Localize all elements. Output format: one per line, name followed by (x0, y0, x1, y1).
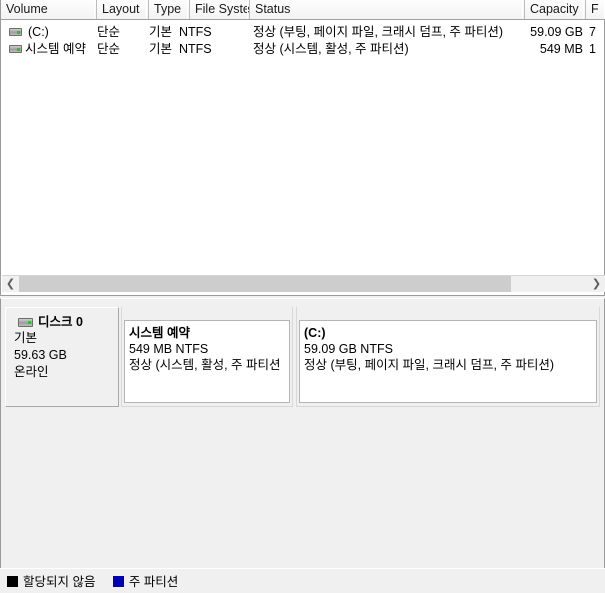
legend-items: 할당되지 않음 주 파티션 (7, 574, 192, 590)
cell-status-text: 정상 (시스템, 활성, 주 파티션) (253, 42, 409, 56)
partition-status: 정상 (시스템, 활성, 주 파티션 (129, 358, 281, 372)
cell-type-text: 기본 (149, 42, 173, 56)
cell-capacity-text: 59.09 GB (530, 25, 583, 39)
disk-row-0: 디스크 0 기본 59.63 GB 온라인 시스템 예약 549 MB NTFS… (5, 307, 600, 408)
disk-title: 디스크 0 (14, 314, 118, 330)
partition-name: (C:) (304, 326, 326, 340)
partition-size: 549 MB NTFS (129, 342, 209, 356)
cell-status-text: 정상 (부팅, 페이지 파일, 크래시 덤프, 주 파티션) (253, 25, 504, 39)
partition-c-drive[interactable]: (C:) 59.09 GB NTFS 정상 (부팅, 페이지 파일, 크래시 덤… (296, 307, 600, 407)
cell-free-space-text: 7 (589, 25, 596, 39)
legend-swatch-unallocated-icon (7, 576, 18, 587)
column-header-layout-label: Layout (102, 2, 140, 16)
column-header-layout[interactable]: Layout (97, 0, 149, 19)
column-header-status[interactable]: Status (250, 0, 525, 19)
scroll-left-arrow-glyph: ❮ (5, 278, 16, 290)
cell-status: 정상 (부팅, 페이지 파일, 크래시 덤프, 주 파티션) (253, 24, 525, 41)
table-row[interactable]: (C:) 단순 기본 NTFS 정상 (부팅, 페이지 파일, 크래시 덤프, … (1, 24, 604, 41)
partition-status: 정상 (부팅, 페이지 파일, 크래시 덤프, 주 파티션) (304, 358, 555, 372)
legend-item-primary-partition: 주 파티션 (112, 574, 179, 590)
partition-system-reserved[interactable]: 시스템 예약 549 MB NTFS 정상 (시스템, 활성, 주 파티션 (121, 307, 293, 407)
cell-volume-text: (C:) (28, 25, 49, 39)
disk-size-label: 59.63 GB (14, 348, 67, 362)
scrollbar-thumb[interactable] (19, 276, 511, 292)
legend-swatch-primary-partition-icon (112, 576, 124, 587)
legend-label-unallocated: 할당되지 않음 (23, 575, 96, 589)
volume-list-header: Volume Layout Type File System Status Ca… (1, 0, 605, 20)
column-header-capacity[interactable]: Capacity (525, 0, 586, 19)
scroll-right-arrow-icon[interactable]: ❯ (588, 276, 605, 292)
cell-file-system: NTFS (179, 41, 250, 58)
cell-capacity: 59.09 GB (505, 24, 583, 41)
legend-bar: 할당되지 않음 주 파티션 (0, 568, 605, 593)
cell-layout: 단순 (97, 24, 149, 41)
disk-icon (18, 318, 33, 327)
scroll-right-arrow-glyph: ❯ (591, 278, 602, 290)
cell-capacity: 549 MB (505, 41, 583, 58)
volume-list-body: (C:) 단순 기본 NTFS 정상 (부팅, 페이지 파일, 크래시 덤프, … (1, 20, 604, 275)
cell-volume: (C:) (28, 24, 97, 41)
cell-layout-text: 단순 (97, 25, 121, 39)
partition-size: 59.09 GB NTFS (304, 342, 393, 356)
scroll-left-arrow-icon[interactable]: ❮ (2, 276, 19, 292)
drive-icon (9, 28, 22, 36)
column-header-status-label: Status (255, 2, 291, 16)
cell-capacity-text: 549 MB (539, 42, 583, 56)
cell-layout: 단순 (97, 41, 149, 58)
cell-free-space: 1 (589, 41, 604, 58)
cell-file-system-text: NTFS (179, 42, 212, 56)
disk-status-label: 온라인 (14, 365, 49, 379)
disk-name-label: 디스크 0 (38, 315, 83, 329)
disk-management-window: Volume Layout Type File System Status Ca… (0, 0, 605, 593)
cell-type-text: 기본 (149, 25, 173, 39)
column-header-free-space[interactable]: F (586, 0, 605, 19)
partition-details: (C:) 59.09 GB NTFS 정상 (부팅, 페이지 파일, 크래시 덤… (299, 320, 597, 403)
partition-name: 시스템 예약 (129, 326, 190, 340)
cell-free-space: 7 (589, 24, 604, 41)
column-header-free-space-label: F (591, 2, 599, 16)
disk-info-panel[interactable]: 디스크 0 기본 59.63 GB 온라인 (5, 307, 119, 407)
legend-item-unallocated: 할당되지 않음 (7, 574, 95, 590)
cell-free-space-text: 1 (589, 42, 596, 56)
cell-file-system-text: NTFS (179, 25, 212, 39)
partition-details: 시스템 예약 549 MB NTFS 정상 (시스템, 활성, 주 파티션 (124, 320, 290, 403)
column-header-file-system[interactable]: File System (190, 0, 250, 19)
cell-volume-text: 시스템 예약 (25, 42, 86, 56)
drive-icon (9, 45, 22, 53)
column-header-file-system-label: File System (195, 2, 250, 16)
column-header-volume-label: Volume (6, 2, 48, 16)
legend-label-primary-partition: 주 파티션 (128, 575, 179, 589)
cell-file-system: NTFS (179, 24, 250, 41)
table-row[interactable]: 시스템 예약 단순 기본 NTFS 정상 (시스템, 활성, 주 파티션) 54… (1, 41, 604, 58)
disk-graphical-pane: 디스크 0 기본 59.63 GB 온라인 시스템 예약 549 MB NTFS… (0, 298, 605, 568)
horizontal-scrollbar[interactable]: ❮ ❯ (2, 275, 605, 292)
column-header-type-label: Type (154, 2, 182, 16)
column-header-volume[interactable]: Volume (1, 0, 97, 19)
column-header-type[interactable]: Type (149, 0, 190, 19)
cell-layout-text: 단순 (97, 42, 121, 56)
volume-list-pane: Volume Layout Type File System Status Ca… (0, 0, 605, 296)
scrollbar-track[interactable] (19, 276, 588, 292)
cell-volume: 시스템 예약 (25, 41, 97, 58)
cell-status: 정상 (시스템, 활성, 주 파티션) (253, 41, 525, 58)
disk-type-label: 기본 (14, 331, 38, 345)
column-header-capacity-label: Capacity (530, 2, 579, 16)
